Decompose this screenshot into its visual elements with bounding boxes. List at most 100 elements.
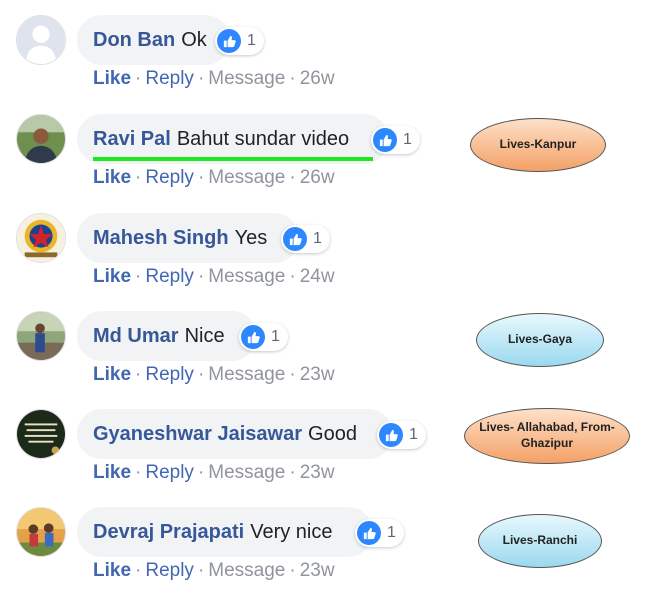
user-avatar[interactable]: [16, 213, 66, 263]
reply-link[interactable]: Reply: [145, 560, 194, 581]
profile-photo-icon: [17, 115, 65, 163]
separator: ·: [135, 560, 142, 581]
comment-2: Ravi Pal Bahut sundar video 1 Like · Reply…: [0, 114, 440, 210]
comment-text: Yes: [234, 226, 268, 249]
separator: ·: [289, 462, 296, 483]
comment-bubble: Don Ban Ok: [77, 15, 230, 65]
comment-author[interactable]: Mahesh Singh: [93, 227, 229, 250]
comment-author[interactable]: Md Umar: [93, 325, 179, 348]
timestamp[interactable]: 23w: [300, 462, 335, 483]
separator: ·: [197, 167, 205, 188]
comment-author[interactable]: Devraj Prajapati: [93, 521, 244, 544]
separator: ·: [135, 167, 142, 188]
location-annotation-allahabad: Lives- Allahabad, From-Ghazipur: [464, 408, 630, 464]
message-link[interactable]: Message: [208, 68, 285, 89]
message-link[interactable]: Message: [208, 462, 285, 483]
reaction-badge[interactable]: 1: [377, 421, 426, 449]
separator: ·: [135, 68, 142, 89]
user-avatar[interactable]: [16, 15, 66, 65]
separator: ·: [289, 364, 296, 385]
comment-bubble: Devraj Prajapati Very nice: [77, 507, 373, 557]
reply-link[interactable]: Reply: [145, 266, 194, 287]
reaction-badge[interactable]: 1: [215, 27, 264, 55]
reaction-count: 1: [387, 524, 396, 541]
police-emblem-icon: [17, 214, 65, 262]
comment-actions: Like · Reply · Message · 26w: [93, 68, 335, 90]
highlight-underline: [93, 157, 373, 161]
location-annotation-kanpur: Lives-Kanpur: [470, 118, 606, 172]
reaction-count: 1: [313, 230, 322, 247]
default-avatar-icon: [17, 16, 65, 64]
thumbs-up-icon: [217, 29, 241, 53]
comment-text: Very nice: [250, 520, 333, 543]
comment-text: Nice: [184, 324, 225, 347]
separator: ·: [289, 266, 296, 287]
reaction-badge[interactable]: 1: [281, 225, 330, 253]
like-link[interactable]: Like: [93, 560, 131, 581]
thumbs-up-icon: [357, 521, 381, 545]
quote-image-icon: [17, 410, 65, 458]
comment-actions: Like · Reply · Message · 24w: [93, 266, 335, 288]
timestamp[interactable]: 23w: [300, 560, 335, 581]
separator: ·: [289, 560, 296, 581]
comment-bubble: Md Umar Nice: [77, 311, 257, 361]
user-avatar[interactable]: [16, 114, 66, 164]
thumbs-up-icon: [283, 227, 307, 251]
reply-link[interactable]: Reply: [145, 364, 194, 385]
comment-text: Good: [308, 422, 357, 445]
comment-actions: Like · Reply · Message · 23w: [93, 462, 335, 484]
timestamp[interactable]: 26w: [300, 167, 335, 188]
reply-link[interactable]: Reply: [145, 462, 194, 483]
profile-photo-icon: [17, 508, 65, 556]
timestamp[interactable]: 26w: [300, 68, 335, 89]
location-annotation-ranchi: Lives-Ranchi: [478, 514, 602, 568]
message-link[interactable]: Message: [208, 167, 285, 188]
comment-5: Gyaneshwar Jaisawar Good 1 Like · Reply · Me…: [0, 409, 440, 505]
reply-link[interactable]: Reply: [145, 167, 194, 188]
comment-bubble: Gyaneshwar Jaisawar Good: [77, 409, 393, 459]
message-link[interactable]: Message: [208, 364, 285, 385]
separator: ·: [135, 266, 142, 287]
message-link[interactable]: Message: [208, 266, 285, 287]
user-avatar[interactable]: [16, 507, 66, 557]
like-link[interactable]: Like: [93, 68, 131, 89]
separator: ·: [197, 68, 205, 89]
reaction-count: 1: [271, 328, 280, 345]
reply-link[interactable]: Reply: [145, 68, 194, 89]
separator: ·: [135, 364, 142, 385]
separator: ·: [289, 167, 296, 188]
separator: ·: [197, 560, 205, 581]
comment-author[interactable]: Gyaneshwar Jaisawar: [93, 423, 302, 446]
thumbs-up-icon: [373, 128, 397, 152]
reaction-count: 1: [403, 131, 412, 148]
comment-1: Don Ban Ok 1 Like · Reply · Message · 26w: [0, 15, 440, 111]
reaction-badge[interactable]: 1: [355, 519, 404, 547]
comment-actions: Like · Reply · Message · 23w: [93, 560, 335, 582]
reaction-badge[interactable]: 1: [239, 323, 288, 351]
user-avatar[interactable]: [16, 311, 66, 361]
comment-6: Devraj Prajapati Very nice 1 Like · Reply ·…: [0, 507, 440, 599]
comment-actions: Like · Reply · Message · 26w: [93, 167, 335, 189]
timestamp[interactable]: 23w: [300, 364, 335, 385]
reaction-count: 1: [409, 426, 418, 443]
comment-author[interactable]: Ravi Pal: [93, 128, 171, 151]
location-annotation-gaya: Lives-Gaya: [476, 313, 604, 367]
user-avatar[interactable]: [16, 409, 66, 459]
separator: ·: [197, 462, 205, 483]
reaction-count: 1: [247, 32, 256, 49]
like-link[interactable]: Like: [93, 266, 131, 287]
comment-4: Md Umar Nice 1 Like · Reply · Message · 23w: [0, 311, 440, 407]
comment-actions: Like · Reply · Message · 23w: [93, 364, 335, 386]
comment-author[interactable]: Don Ban: [93, 29, 175, 52]
like-link[interactable]: Like: [93, 167, 131, 188]
reaction-badge[interactable]: 1: [371, 126, 420, 154]
comment-text: Ok: [181, 28, 207, 51]
separator: ·: [135, 462, 142, 483]
comment-bubble: Mahesh Singh Yes: [77, 213, 299, 263]
separator: ·: [197, 266, 205, 287]
separator: ·: [197, 364, 205, 385]
message-link[interactable]: Message: [208, 560, 285, 581]
timestamp[interactable]: 24w: [300, 266, 335, 287]
like-link[interactable]: Like: [93, 364, 131, 385]
like-link[interactable]: Like: [93, 462, 131, 483]
